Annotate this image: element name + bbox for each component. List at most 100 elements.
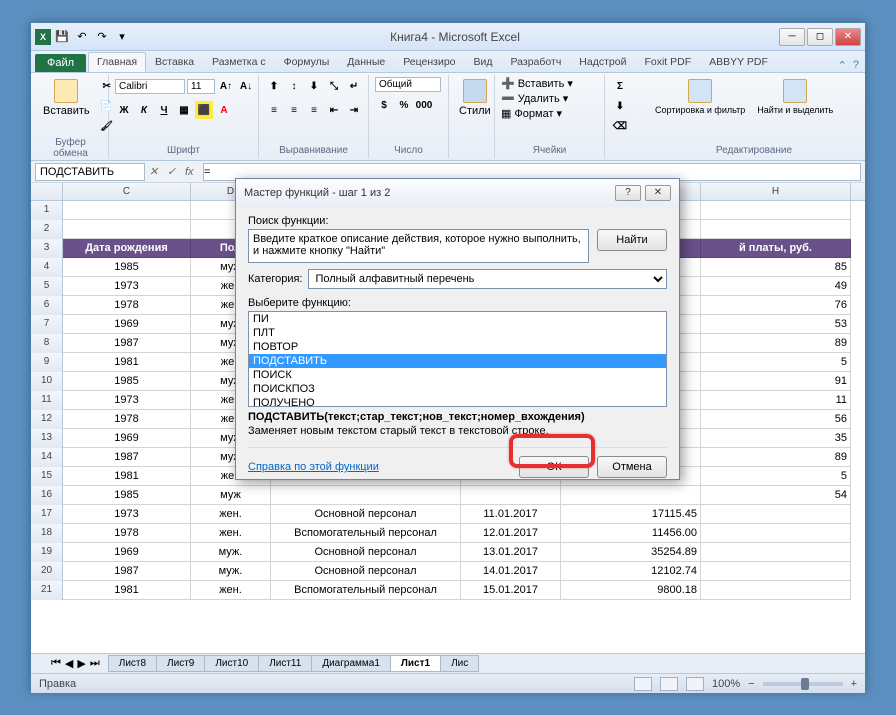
cell[interactable] (271, 486, 461, 505)
ribbon-tab-Формулы[interactable]: Формулы (275, 52, 339, 72)
table-header[interactable]: й платы, руб. (701, 239, 851, 258)
function-item-ПОЛУЧЕНО[interactable]: ПОЛУЧЕНО (249, 396, 666, 407)
ribbon-tab-Foxit PDF[interactable]: Foxit PDF (635, 52, 700, 72)
wrap-text-icon[interactable]: ↵ (345, 77, 363, 95)
cell[interactable] (701, 505, 851, 524)
row-header-16[interactable]: 16 (31, 486, 63, 505)
cell[interactable]: 76 (701, 296, 851, 315)
cell[interactable]: 1973 (63, 277, 191, 296)
cancel-button[interactable]: Отмена (597, 456, 667, 478)
cell[interactable]: Основной персонал (271, 562, 461, 581)
ribbon-tab-Главная[interactable]: Главная (88, 52, 146, 72)
cell[interactable] (561, 486, 701, 505)
styles-button[interactable]: Стили (455, 77, 495, 119)
ribbon-tab-Вид[interactable]: Вид (465, 52, 502, 72)
cell[interactable]: 1978 (63, 524, 191, 543)
row-header-8[interactable]: 8 (31, 334, 63, 353)
zoom-out-button[interactable]: − (748, 678, 754, 690)
cell[interactable] (701, 562, 851, 581)
zoom-in-button[interactable]: + (851, 678, 857, 690)
bold-button[interactable]: Ж (115, 101, 133, 119)
cell[interactable]: 13.01.2017 (461, 543, 561, 562)
cell[interactable]: 35 (701, 429, 851, 448)
cell[interactable]: жен. (191, 505, 271, 524)
row-header-4[interactable]: 4 (31, 258, 63, 277)
zoom-slider[interactable] (763, 682, 843, 686)
ribbon-tab-ABBYY PDF[interactable]: ABBYY PDF (700, 52, 777, 72)
row-header-9[interactable]: 9 (31, 353, 63, 372)
cell[interactable]: 1978 (63, 410, 191, 429)
find-select-button[interactable]: Найти и выделить (753, 77, 837, 117)
cell[interactable]: 1969 (63, 315, 191, 334)
function-item-ПОВТОР[interactable]: ПОВТОР (249, 340, 666, 354)
cell[interactable]: жен. (191, 581, 271, 600)
shrink-font-icon[interactable]: A↓ (237, 77, 255, 95)
row-header-6[interactable]: 6 (31, 296, 63, 315)
function-item-ПИ[interactable]: ПИ (249, 312, 666, 326)
help-icon[interactable]: ? (853, 59, 859, 72)
row-header-21[interactable]: 21 (31, 581, 63, 600)
dialog-help-button[interactable]: ? (615, 185, 641, 201)
function-item-ПОИСКПОЗ[interactable]: ПОИСКПОЗ (249, 382, 666, 396)
cell[interactable] (461, 486, 561, 505)
select-all-corner[interactable] (31, 183, 63, 200)
ribbon-tab-Надстрой[interactable]: Надстрой (570, 52, 635, 72)
qat-more-icon[interactable]: ▾ (113, 28, 131, 46)
ribbon-tab-Разметка с[interactable]: Разметка с (203, 52, 275, 72)
ok-button[interactable]: ОК (519, 456, 589, 478)
sheet-tab-Лист10[interactable]: Лист10 (204, 655, 259, 672)
ribbon-tab-Данные[interactable]: Данные (338, 52, 394, 72)
close-button[interactable]: ✕ (835, 28, 861, 46)
cell[interactable]: муж. (191, 543, 271, 562)
italic-button[interactable]: К (135, 101, 153, 119)
percent-icon[interactable]: % (395, 96, 413, 114)
undo-icon[interactable]: ↶ (73, 28, 91, 46)
row-header-20[interactable]: 20 (31, 562, 63, 581)
orientation-icon[interactable]: ⤡ (325, 77, 343, 95)
font-name-select[interactable] (115, 79, 185, 94)
tab-nav-last-icon[interactable]: ⏭ (90, 657, 100, 670)
function-item-ПОДСТАВИТЬ[interactable]: ПОДСТАВИТЬ (249, 354, 666, 368)
tab-nav-next-icon[interactable]: ▶ (77, 657, 85, 670)
function-help-link[interactable]: Справка по этой функции (248, 461, 379, 473)
cell[interactable]: 1981 (63, 581, 191, 600)
sheet-tab-Лист11[interactable]: Лист11 (258, 655, 312, 672)
function-item-ПОИСК[interactable]: ПОИСК (249, 368, 666, 382)
cell[interactable]: 15.01.2017 (461, 581, 561, 600)
fx-icon[interactable]: fx (185, 166, 203, 178)
row-header-3[interactable]: 3 (31, 239, 63, 258)
save-icon[interactable]: 💾 (53, 28, 71, 46)
row-header-10[interactable]: 10 (31, 372, 63, 391)
row-header-11[interactable]: 11 (31, 391, 63, 410)
cell[interactable]: 1973 (63, 505, 191, 524)
border-button[interactable]: ▦ (175, 101, 193, 119)
cell[interactable]: Основной персонал (271, 543, 461, 562)
cell[interactable]: 14.01.2017 (461, 562, 561, 581)
cell[interactable]: 11.01.2017 (461, 505, 561, 524)
view-pagebreak-button[interactable] (686, 677, 704, 691)
table-header[interactable]: Дата рождения (63, 239, 191, 258)
indent-inc-icon[interactable]: ⇥ (345, 101, 363, 119)
clear-icon[interactable]: ⌫ (611, 117, 629, 135)
function-search-input[interactable]: Введите краткое описание действия, котор… (248, 229, 589, 263)
cell[interactable]: 54 (701, 486, 851, 505)
find-button[interactable]: Найти (597, 229, 667, 251)
align-left-icon[interactable]: ≡ (265, 101, 283, 119)
cell[interactable]: жен. (191, 524, 271, 543)
cell[interactable]: 85 (701, 258, 851, 277)
align-top-icon[interactable]: ⬆ (265, 77, 283, 95)
sheet-tab-Лис[interactable]: Лис (440, 655, 479, 672)
cell[interactable]: 1981 (63, 467, 191, 486)
ribbon-tab-Рецензиро[interactable]: Рецензиро (394, 52, 464, 72)
font-size-select[interactable] (187, 79, 215, 94)
cell[interactable]: Вспомогательный персонал (271, 581, 461, 600)
name-box[interactable] (35, 163, 145, 181)
cell[interactable] (701, 581, 851, 600)
tab-nav-first-icon[interactable]: ⏮ (51, 657, 61, 670)
minimize-button[interactable]: ─ (779, 28, 805, 46)
view-layout-button[interactable] (660, 677, 678, 691)
cell[interactable]: 1969 (63, 429, 191, 448)
cell[interactable]: Вспомогательный персонал (271, 524, 461, 543)
underline-button[interactable]: Ч (155, 101, 173, 119)
cell[interactable]: 1985 (63, 258, 191, 277)
